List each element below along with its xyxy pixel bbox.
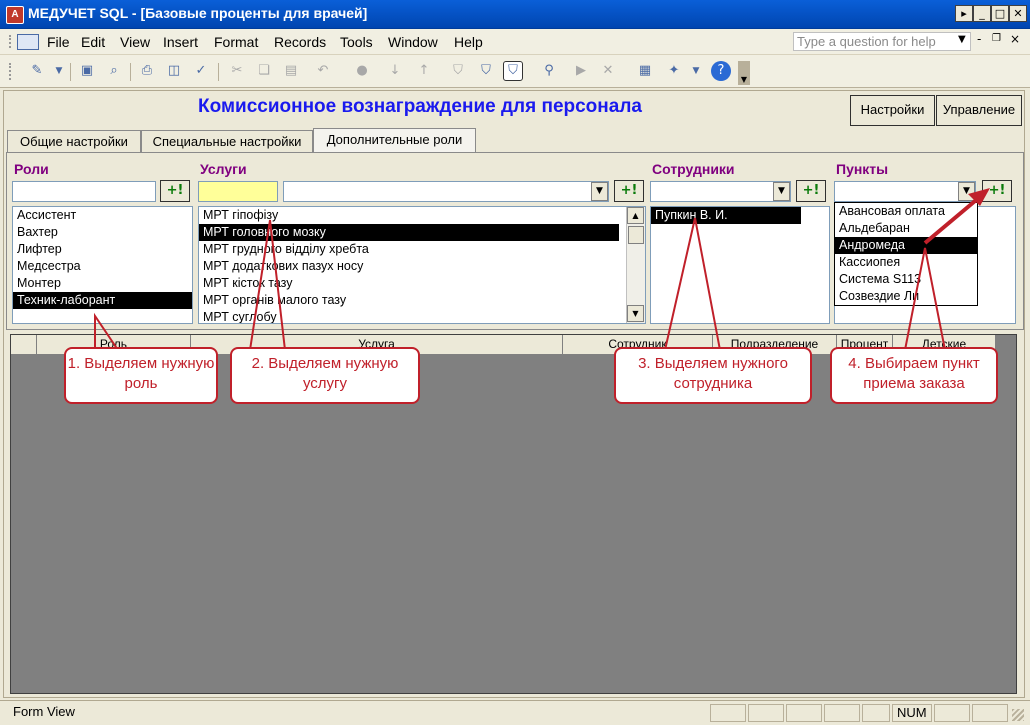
resize-grip[interactable]: [1012, 709, 1024, 721]
status-cell: [786, 704, 822, 722]
status-cell: [862, 704, 890, 722]
arrow-point: [904, 247, 946, 351]
status-cell: [748, 704, 784, 722]
status-view: Form View: [13, 704, 75, 719]
arrow-service: [249, 219, 286, 351]
status-cell: [710, 704, 746, 722]
callout-step-3: 3. Выделяем нужного сотрудника: [614, 347, 812, 404]
status-num: NUM: [892, 704, 932, 722]
callout-step-2: 2. Выделяем нужную услугу: [230, 347, 420, 404]
arrow-add-point: [923, 194, 983, 245]
status-bar: Form View NUM: [0, 700, 1030, 725]
arrow-employee: [664, 217, 721, 351]
callout-step-1: 1. Выделяем нужную роль: [64, 347, 218, 404]
callout-step-4: 4. Выбираем пункт приема заказа: [830, 347, 998, 404]
status-cell: [934, 704, 970, 722]
status-cell: [972, 704, 1008, 722]
arrow-role: [94, 312, 119, 351]
status-cell: [824, 704, 860, 722]
